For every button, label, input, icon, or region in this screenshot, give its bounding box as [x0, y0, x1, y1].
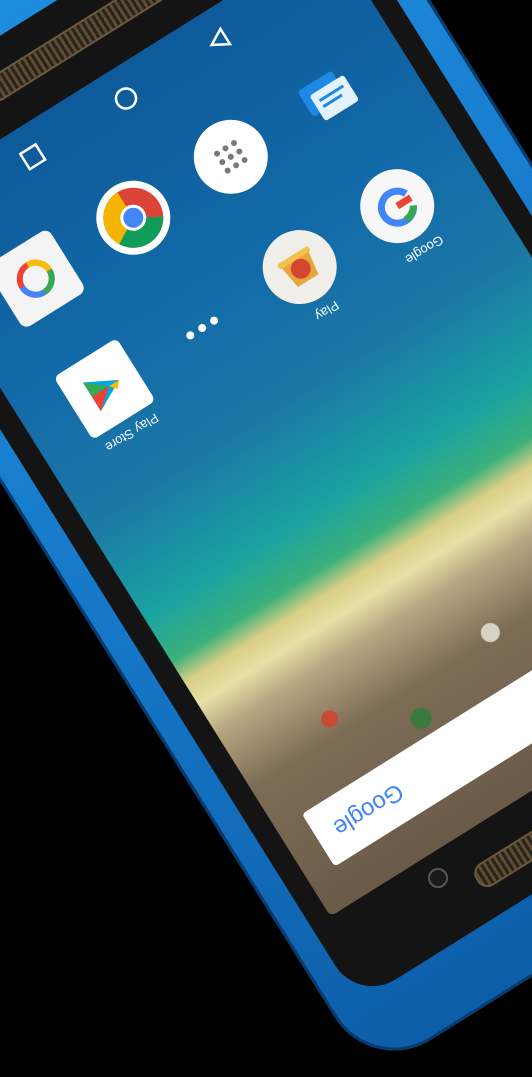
phone-bezel: Play Store Play Google Google — [0, 0, 532, 1003]
photo-stage: Play Store Play Google Google — [0, 0, 532, 1077]
back-triangle-icon[interactable] — [199, 20, 240, 61]
play-games-icon[interactable]: Play — [248, 216, 351, 324]
app-drawer-icon[interactable] — [179, 106, 282, 209]
home-circle-icon[interactable] — [105, 78, 146, 119]
play-store-label: Play Store — [102, 410, 161, 456]
google-app-icon[interactable]: Google — [345, 155, 448, 268]
more-dots-icon[interactable] — [151, 277, 253, 379]
google-app-label: Google — [402, 232, 446, 268]
photos-icon[interactable] — [0, 227, 87, 330]
play-games-label: Play — [311, 297, 342, 325]
phone-device: Play Store Play Google Google — [0, 0, 532, 1077]
chrome-icon[interactable] — [81, 167, 184, 270]
play-store-icon[interactable]: Play Store — [53, 338, 161, 455]
front-camera — [428, 868, 448, 888]
recents-square-icon[interactable] — [12, 136, 53, 177]
phone-screen: Play Store Play Google Google — [0, 0, 532, 917]
messages-icon[interactable] — [277, 45, 379, 147]
